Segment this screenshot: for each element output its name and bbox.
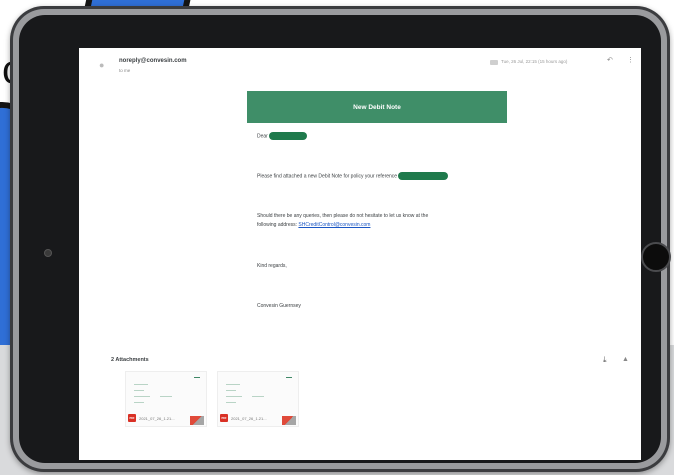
file-corner-icon <box>282 416 296 425</box>
pdf-icon: PDF <box>128 414 136 422</box>
label-icon <box>490 60 498 65</box>
thumbnail-line <box>252 396 264 397</box>
greeting-text: Dear <box>257 133 268 140</box>
paragraph-2-text: following address: <box>257 222 298 228</box>
attachment-thumbnail-logo: ▬▬ <box>194 375 200 379</box>
greeting-line: Dear <box>257 132 308 141</box>
paragraph-1: Please find attached a new Debit Note fo… <box>257 172 449 181</box>
pdf-icon: PDF <box>220 414 228 422</box>
paragraph-2-line-2: following address: SHCreditControl@conve… <box>257 221 428 230</box>
avatar-icon: ● <box>99 60 105 70</box>
attachment-card[interactable]: ▬▬ PDF 2021_07_26_1.21... <box>217 371 299 427</box>
email-banner: New Debit Note <box>247 91 507 123</box>
thumbnail-line <box>226 402 236 403</box>
tablet-device: ● noreply@convesin.com to me Tue, 26 Jul… <box>10 6 671 472</box>
redacted-name <box>269 132 308 140</box>
attachment-card[interactable]: ▬▬ PDF 2021_07_26_1.21... <box>125 371 207 427</box>
add-to-drive-icon[interactable]: ▲ <box>622 356 629 363</box>
email-screen: ● noreply@convesin.com to me Tue, 26 Jul… <box>79 48 641 460</box>
thumbnail-line <box>226 390 236 391</box>
contact-email-link[interactable]: SHCreditControl@convesin.com <box>298 222 370 228</box>
download-icon[interactable]: ⤓ <box>603 355 607 365</box>
tablet-bezel: ● noreply@convesin.com to me Tue, 26 Jul… <box>19 15 671 463</box>
redacted-reference <box>398 172 449 180</box>
attachment-footer: PDF 2021_07_26_1.21... <box>218 412 298 426</box>
attachment-thumbnail-logo: ▬▬ <box>286 375 292 379</box>
camera-icon <box>44 249 52 257</box>
more-vertical-icon[interactable]: ⋮ <box>627 56 634 64</box>
attachment-filename: 2021_07_26_1.21... <box>231 416 267 421</box>
paragraph-2-line-1: Should there be any queries, then please… <box>257 213 429 219</box>
tablet-bezel-edge: ● noreply@convesin.com to me Tue, 26 Jul… <box>13 9 671 469</box>
thumbnail-line <box>134 402 144 403</box>
email-timestamp: Tue, 26 Jul, 22:15 (15 hours ago) <box>501 59 568 64</box>
thumbnail-line <box>134 384 148 385</box>
closing-text: Kind regards, <box>257 263 287 269</box>
file-corner-icon <box>190 416 204 425</box>
sender-address: noreply@convesin.com <box>119 58 187 64</box>
paragraph-1-text: Please find attached a new Debit Note fo… <box>257 173 398 180</box>
thumbnail-line <box>160 396 172 397</box>
signature-text: Convesin Guernsey <box>257 303 301 309</box>
reply-icon[interactable]: ↶ <box>607 56 613 64</box>
banner-title: New Debit Note <box>353 103 401 111</box>
home-button[interactable] <box>641 242 671 272</box>
thumbnail-line <box>134 396 150 397</box>
thumbnail-line <box>226 396 242 397</box>
recipient-label[interactable]: to me <box>119 68 130 73</box>
paragraph-2: Should there be any queries, then please… <box>257 212 428 230</box>
attachment-footer: PDF 2021_07_26_1.21... <box>126 412 206 426</box>
thumbnail-line <box>226 384 240 385</box>
attachments-title: 2 Attachments <box>111 357 149 363</box>
attachment-filename: 2021_07_26_1.21... <box>139 416 175 421</box>
thumbnail-line <box>134 390 144 391</box>
